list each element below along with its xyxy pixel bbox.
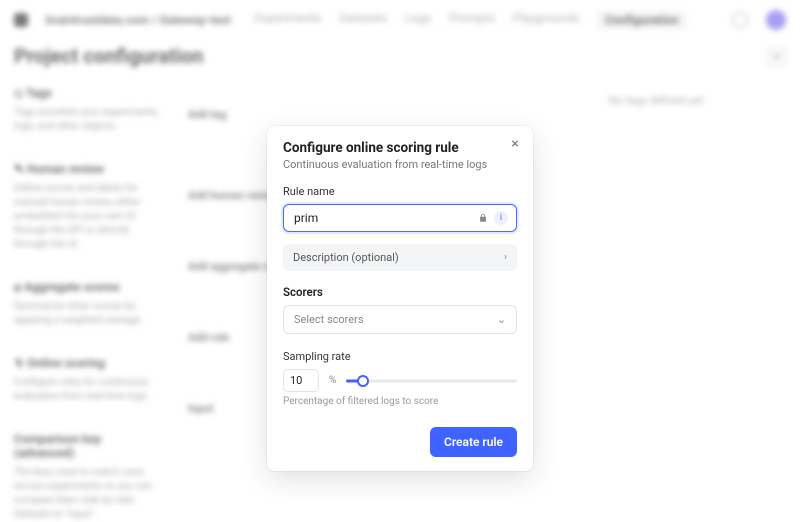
scorers-title: Scorers [283, 285, 517, 299]
sampling-row: 10 % [283, 369, 517, 392]
slider-thumb[interactable] [357, 375, 369, 387]
slider-track [346, 379, 517, 382]
info-badge-icon[interactable]: i [494, 211, 508, 225]
sampling-help: Percentage of filtered logs to score [283, 396, 517, 407]
input-icons: i [476, 211, 508, 225]
scorers-select[interactable]: Select scorers ⌄ [283, 305, 517, 334]
configure-rule-modal: × Configure online scoring rule Continuo… [267, 126, 533, 471]
lock-icon [476, 211, 490, 225]
description-label: Description (optional) [293, 251, 399, 264]
sampling-value-input[interactable]: 10 [283, 369, 319, 392]
sampling-label: Sampling rate [283, 350, 517, 363]
percent-symbol: % [329, 375, 336, 386]
rule-name-field-wrap: i [283, 204, 517, 232]
chevron-right-icon: › [504, 252, 507, 263]
rule-name-input[interactable] [294, 211, 460, 225]
sampling-slider[interactable] [346, 374, 517, 388]
modal-subtitle: Continuous evaluation from real-time log… [283, 158, 517, 171]
modal-overlay: × Configure online scoring rule Continuo… [0, 0, 800, 521]
modal-footer: Create rule [283, 427, 517, 457]
modal-title: Configure online scoring rule [283, 140, 517, 156]
create-rule-button[interactable]: Create rule [430, 427, 517, 457]
rule-name-label: Rule name [283, 185, 517, 198]
description-accordion[interactable]: Description (optional) › [283, 244, 517, 271]
chevron-down-icon: ⌄ [497, 313, 506, 326]
scorers-placeholder: Select scorers [294, 313, 364, 326]
close-icon[interactable]: × [507, 136, 523, 152]
